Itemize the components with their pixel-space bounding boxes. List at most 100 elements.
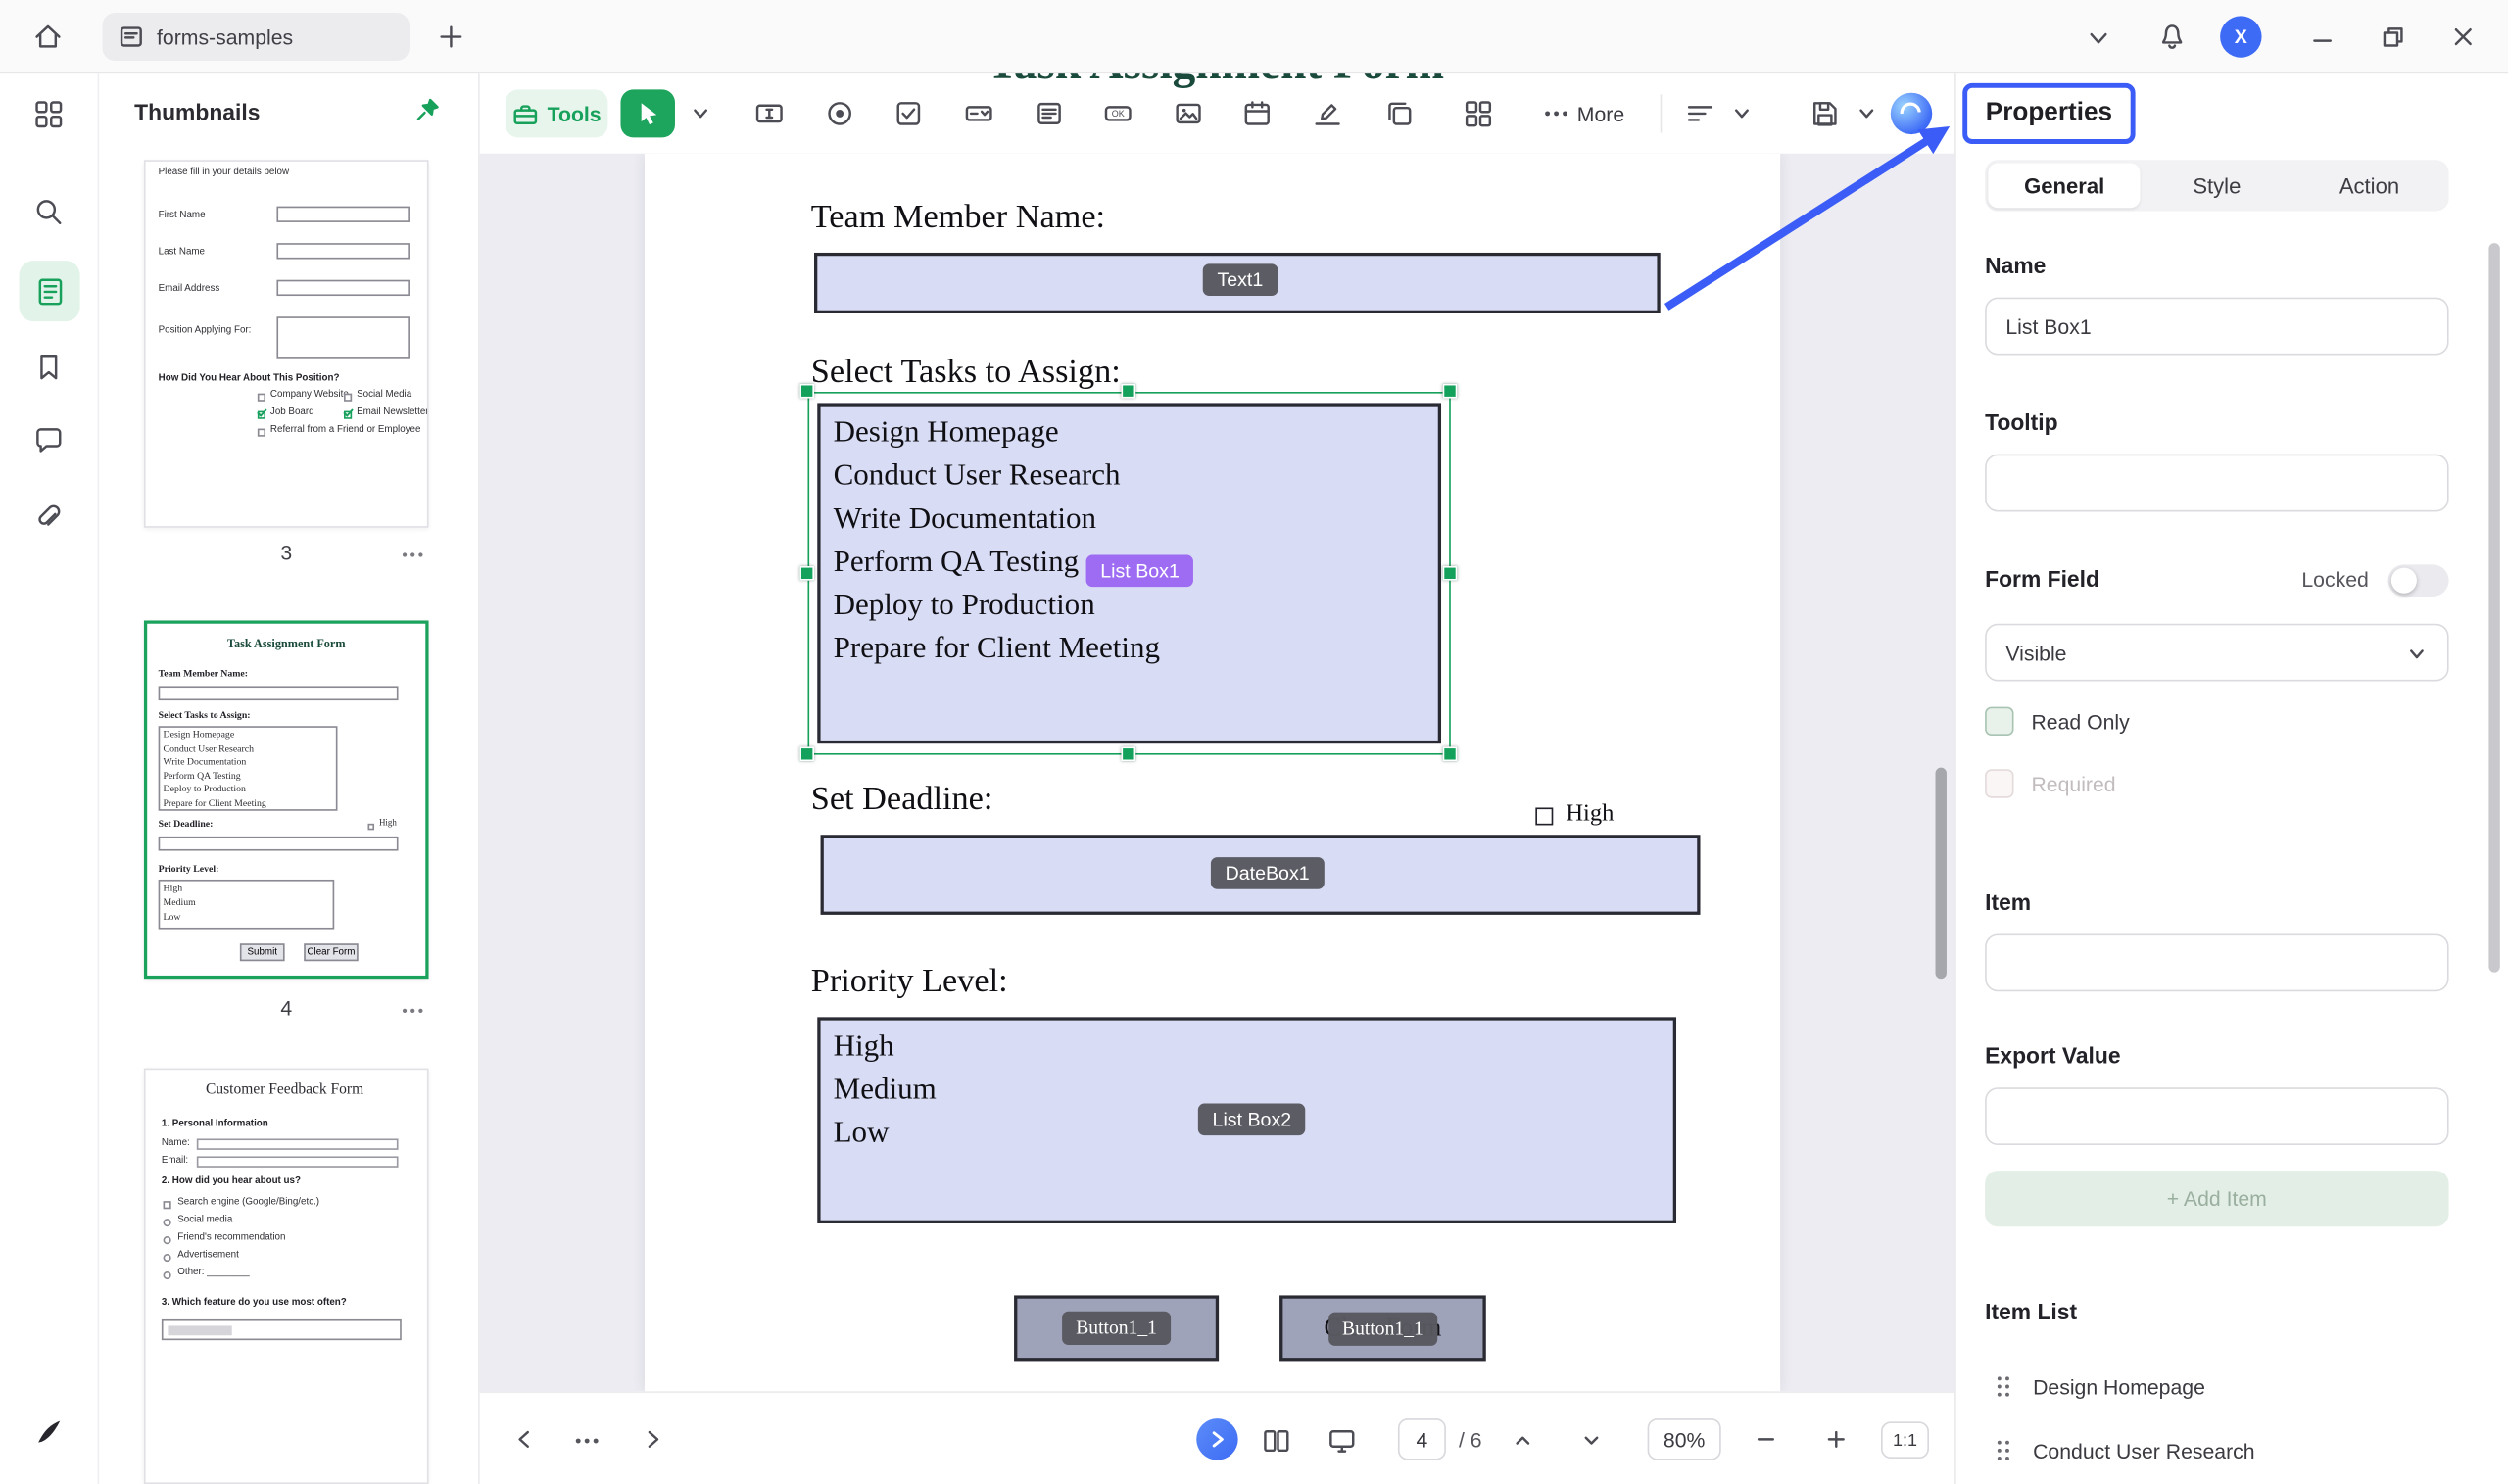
name-input[interactable]: List Box1 — [1985, 298, 2448, 356]
document-tab[interactable]: forms-samples — [102, 13, 409, 61]
nav-ellipsis-icon[interactable] — [572, 1430, 601, 1459]
search-icon[interactable] — [32, 195, 66, 236]
pdf-page[interactable]: Team Member Name: Text1 Select Tasks to … — [645, 154, 1780, 1392]
restore-button[interactable] — [2380, 24, 2405, 57]
tab-style[interactable]: Style — [2141, 164, 2293, 209]
resize-handle-s[interactable] — [1121, 746, 1135, 761]
drag-handle-icon[interactable] — [1995, 1373, 2010, 1399]
zoom-in-icon[interactable] — [1823, 1426, 1849, 1460]
list-item[interactable]: Write Documentation — [834, 498, 1438, 541]
more-button[interactable]: More — [1577, 102, 1624, 125]
add-item-button[interactable]: + Add Item — [1985, 1171, 2448, 1226]
alignment-dropdown-icon[interactable] — [1724, 96, 1760, 131]
field-grid-tool-icon[interactable] — [1461, 96, 1496, 131]
high-checkbox[interactable] — [1535, 807, 1553, 825]
pen-tool-icon[interactable] — [32, 1415, 68, 1459]
list-item[interactable]: Conduct User Research — [834, 455, 1438, 498]
thumbnail-page-5[interactable]: Customer Feedback Form 1. Personal Infor… — [144, 1069, 429, 1484]
push-button-tool-icon[interactable]: OK — [1100, 96, 1135, 131]
bell-icon[interactable] — [2156, 21, 2189, 61]
item-input[interactable] — [1985, 933, 2448, 991]
tools-button[interactable]: Tools — [506, 89, 607, 137]
thumbnail-page-4-selected[interactable]: Task Assignment Form Team Member Name: S… — [144, 620, 429, 979]
list-item[interactable]: Prepare for Client Meeting — [834, 627, 1438, 670]
list-box-tool-icon[interactable] — [1032, 96, 1067, 131]
zoom-out-icon[interactable] — [1753, 1426, 1778, 1460]
checkbox-tool-icon[interactable] — [891, 96, 926, 131]
more-ellipsis-icon[interactable] — [1539, 96, 1574, 131]
mini-checkbox — [344, 394, 352, 402]
panel-forward-icon[interactable] — [640, 1426, 665, 1460]
item-list-row[interactable]: Design Homepage — [1985, 1363, 2448, 1411]
signature-field-tool-icon[interactable] — [1310, 96, 1345, 131]
tab-action[interactable]: Action — [2293, 164, 2446, 209]
select-tool-dropdown-icon[interactable] — [683, 96, 718, 131]
zoom-level-value: 80% — [1664, 1427, 1705, 1451]
next-assistant-button[interactable] — [1196, 1418, 1237, 1460]
duplicate-field-tool-icon[interactable] — [1382, 96, 1418, 131]
required-checkbox[interactable] — [1985, 769, 2013, 797]
properties-scrollbar[interactable] — [2488, 243, 2499, 972]
close-button[interactable] — [2450, 24, 2476, 57]
drag-handle-icon[interactable] — [1995, 1438, 2010, 1463]
list-item[interactable]: High — [834, 1026, 1673, 1069]
image-field-tool-icon[interactable] — [1171, 96, 1206, 131]
next-page-icon[interactable] — [1580, 1430, 1603, 1460]
zoom-level-input[interactable]: 80% — [1648, 1418, 1721, 1460]
resize-handle-sw[interactable] — [799, 746, 814, 761]
field-tag-button1: Button1_1 — [1062, 1312, 1172, 1345]
tooltip-input[interactable] — [1985, 455, 2448, 512]
date-field-tool-icon[interactable] — [1239, 96, 1275, 131]
radio-button-tool-icon[interactable] — [822, 96, 857, 131]
resize-handle-e[interactable] — [1443, 566, 1458, 581]
apps-grid-icon[interactable] — [32, 98, 66, 139]
thumbnail-menu-icon[interactable] — [400, 1001, 425, 1025]
document-canvas[interactable]: Team Member Name: Text1 Select Tasks to … — [480, 154, 1954, 1392]
list-item[interactable]: Design Homepage — [834, 411, 1438, 455]
export-value-input[interactable] — [1985, 1087, 2448, 1145]
previous-page-icon[interactable] — [1512, 1430, 1534, 1460]
visibility-dropdown[interactable]: Visible — [1985, 624, 2448, 682]
home-icon[interactable] — [32, 21, 65, 61]
thumbnail-page-3[interactable]: Please fill in your details below First … — [144, 160, 429, 528]
thumbnails-panel-toggle[interactable] — [20, 261, 80, 321]
text-field-tool-icon[interactable] — [751, 96, 787, 131]
clear-form-button-field[interactable]: Clear Form Button1_1 — [1279, 1295, 1486, 1361]
save-dropdown-icon[interactable] — [1849, 96, 1884, 131]
required-row[interactable]: Required — [1985, 769, 2115, 797]
user-avatar[interactable]: X — [2220, 16, 2261, 57]
page-navigation-bar: 4 / 6 80% 1:1 — [480, 1391, 1954, 1484]
submit-button-field[interactable]: Button1_1 — [1014, 1295, 1219, 1361]
attachment-icon[interactable] — [32, 501, 66, 542]
ai-assistant-icon[interactable] — [1891, 93, 1932, 134]
list-item[interactable]: Deploy to Production — [834, 584, 1438, 627]
read-only-row[interactable]: Read Only — [1985, 707, 2130, 736]
actual-size-button[interactable]: 1:1 — [1881, 1421, 1929, 1459]
alignment-tool-icon[interactable] — [1683, 96, 1718, 131]
locked-toggle[interactable] — [2388, 564, 2449, 597]
canvas-scrollbar[interactable] — [1936, 768, 1947, 980]
pin-icon[interactable] — [412, 96, 441, 133]
new-tab-icon[interactable] — [435, 21, 467, 61]
minimize-button[interactable] — [2310, 24, 2336, 57]
read-only-checkbox[interactable] — [1985, 707, 2013, 736]
resize-handle-se[interactable] — [1443, 746, 1458, 761]
resize-handle-n[interactable] — [1121, 384, 1135, 399]
mini-option: Email Newsletter — [357, 407, 428, 417]
presentation-icon[interactable] — [1326, 1425, 1358, 1465]
bookmark-icon[interactable] — [32, 351, 66, 392]
chevron-down-icon[interactable] — [2086, 25, 2111, 59]
comments-icon[interactable] — [32, 424, 66, 465]
page-number-input[interactable]: 4 — [1398, 1418, 1446, 1460]
combo-box-tool-icon[interactable] — [961, 96, 996, 131]
resize-handle-w[interactable] — [799, 566, 814, 581]
select-tool-button[interactable] — [620, 89, 675, 137]
resize-handle-nw[interactable] — [799, 384, 814, 399]
page-spread-icon[interactable] — [1261, 1425, 1293, 1465]
panel-back-icon[interactable] — [511, 1426, 537, 1460]
item-list-row[interactable]: Conduct User Research — [1985, 1426, 2448, 1474]
resize-handle-ne[interactable] — [1443, 384, 1458, 399]
save-tool-icon[interactable] — [1808, 96, 1843, 131]
tab-general[interactable]: General — [1988, 164, 2141, 209]
thumbnail-menu-icon[interactable] — [400, 546, 425, 569]
